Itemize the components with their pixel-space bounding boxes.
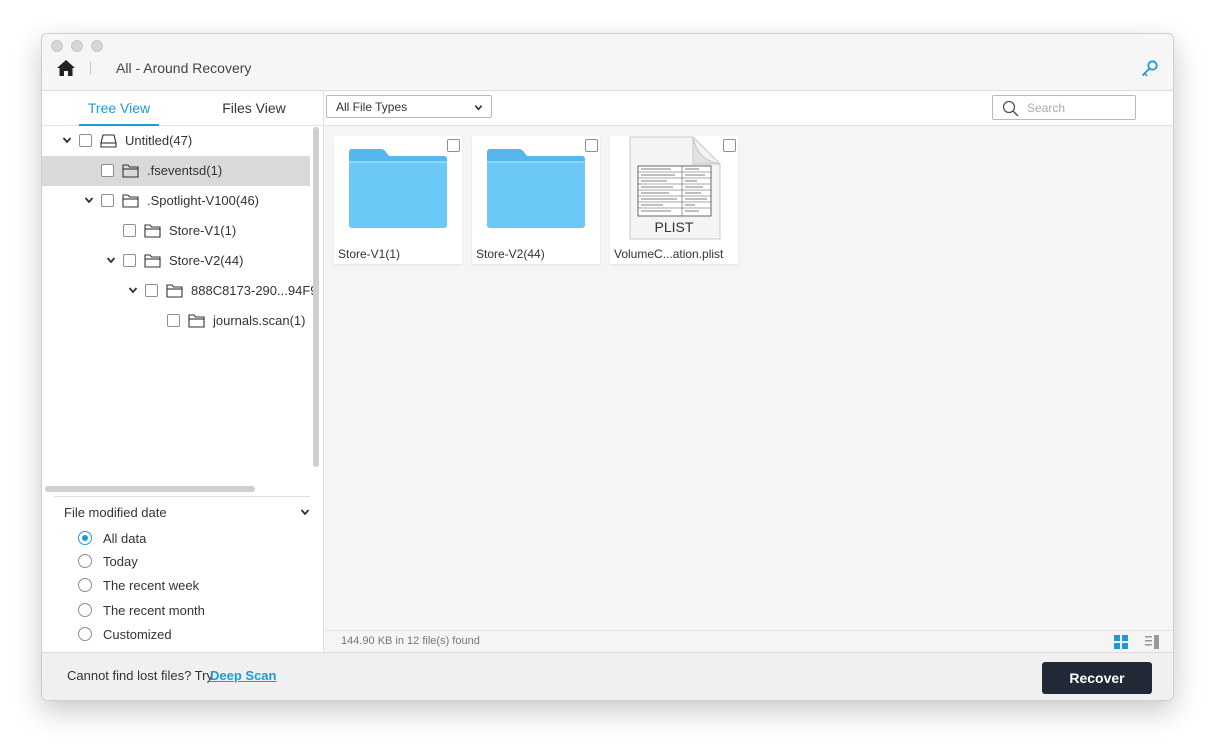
file-card-volume-plist[interactable]: PLIST VolumeC...ation.plist xyxy=(610,136,738,264)
tree-item-fseventsd[interactable]: .fseventsd(1) xyxy=(42,156,310,186)
tab-files-view[interactable]: Files View xyxy=(214,91,294,125)
home-icon[interactable] xyxy=(56,58,76,78)
zoom-window-button[interactable] xyxy=(91,40,103,52)
search-box[interactable] xyxy=(992,95,1136,120)
tree-item-store-v1[interactable]: Store-V1(1) xyxy=(42,216,310,246)
app-window: All - Around Recovery Tree View Files Vi… xyxy=(41,33,1174,701)
footer-bar: Cannot find lost files? Try Deep Scan Re… xyxy=(42,652,1173,700)
folder-icon xyxy=(144,254,161,268)
folder-icon xyxy=(122,164,139,178)
file-grid: Store-V1(1) Store-V2(44) PLIST VolumeC..… xyxy=(324,126,1173,630)
file-type-select[interactable]: All File Types xyxy=(326,95,492,118)
radio-button[interactable] xyxy=(78,627,92,641)
search-input[interactable] xyxy=(1027,99,1127,116)
tree-checkbox[interactable] xyxy=(123,254,136,267)
radio-button[interactable] xyxy=(78,531,92,545)
chevron-down-icon[interactable] xyxy=(128,285,138,295)
deep-scan-link[interactable]: Deep Scan xyxy=(210,668,276,683)
view-tabs: Tree View Files View xyxy=(42,91,323,126)
tree-checkbox[interactable] xyxy=(101,194,114,207)
radio-button[interactable] xyxy=(78,578,92,592)
plist-thumb-label: PLIST xyxy=(655,219,694,235)
radio-label: Customized xyxy=(103,627,172,642)
folder-icon xyxy=(487,149,585,228)
file-type-value: All File Types xyxy=(336,100,408,114)
file-name: VolumeC...ation.plist xyxy=(614,247,724,261)
folder-icon xyxy=(144,224,161,238)
folder-icon xyxy=(188,314,205,328)
tree-checkbox[interactable] xyxy=(167,314,180,327)
file-toolbar: All File Types xyxy=(324,91,1173,126)
chevron-down-icon[interactable] xyxy=(62,135,72,145)
title-separator xyxy=(90,61,91,75)
page-title: All - Around Recovery xyxy=(116,60,252,76)
file-browser-panel: All File Types Store-V1(1) xyxy=(324,91,1173,652)
folder-icon xyxy=(349,149,447,228)
file-card-store-v1[interactable]: Store-V1(1) xyxy=(334,136,462,264)
tree-checkbox[interactable] xyxy=(123,224,136,237)
tree-checkbox[interactable] xyxy=(79,134,92,147)
tree-item-888c8173[interactable]: 888C8173-290...94F9 xyxy=(42,276,317,306)
tree-checkbox[interactable] xyxy=(145,284,158,297)
radio-label: Today xyxy=(103,554,138,569)
tree-item-label: Store-V2(44) xyxy=(169,253,244,268)
footer-prompt: Cannot find lost files? Try xyxy=(67,668,213,683)
tree-item-journals-scan[interactable]: journals.scan(1) xyxy=(42,306,310,336)
tab-tree-view[interactable]: Tree View xyxy=(79,91,159,126)
tree-item-label: 888C8173-290...94F9 xyxy=(191,283,318,298)
file-name: Store-V1(1) xyxy=(338,247,401,261)
radio-label: All data xyxy=(103,531,147,546)
chevron-down-icon[interactable] xyxy=(300,507,310,517)
grid-view-icon[interactable] xyxy=(1114,635,1128,649)
tree-item-label: .Spotlight-V100(46) xyxy=(147,193,260,208)
left-panel: Tree View Files View Untitled(47) .fseve… xyxy=(42,91,324,651)
radio-button[interactable] xyxy=(78,603,92,617)
status-text: 144.90 KB in 12 file(s) found xyxy=(341,635,480,647)
folder-tree: Untitled(47) .fseventsd(1) .Spotlight-V1… xyxy=(42,126,317,466)
chevron-down-icon[interactable] xyxy=(106,255,116,265)
minimize-window-button[interactable] xyxy=(71,40,83,52)
tree-item-label: Untitled(47) xyxy=(125,133,193,148)
radio-button[interactable] xyxy=(78,554,92,568)
chevron-down-icon xyxy=(474,105,483,111)
title-bar: All - Around Recovery xyxy=(42,34,1173,91)
tree-item-label: Store-V1(1) xyxy=(169,223,237,238)
tree-item-label: journals.scan(1) xyxy=(213,313,306,328)
tree-checkbox[interactable] xyxy=(101,164,114,177)
radio-label: The recent week xyxy=(103,578,200,593)
file-card-store-v2[interactable]: Store-V2(44) xyxy=(472,136,600,264)
file-checkbox[interactable] xyxy=(723,139,736,152)
filter-divider xyxy=(54,496,310,497)
folder-icon xyxy=(122,194,139,208)
drive-icon xyxy=(100,134,117,148)
status-bar: 144.90 KB in 12 file(s) found xyxy=(324,630,1173,652)
recover-button[interactable]: Recover xyxy=(1042,662,1152,694)
plist-file-icon: PLIST xyxy=(629,136,721,240)
tree-item-spotlight[interactable]: .Spotlight-V100(46) xyxy=(42,186,310,216)
tree-vertical-scrollbar[interactable] xyxy=(313,127,319,467)
tree-item-label: .fseventsd(1) xyxy=(147,163,223,178)
tree-horizontal-scrollbar[interactable] xyxy=(45,486,255,492)
filter-title: File modified date xyxy=(64,505,167,520)
close-window-button[interactable] xyxy=(51,40,63,52)
folder-icon xyxy=(166,284,183,298)
list-view-icon[interactable] xyxy=(1145,635,1159,649)
chevron-down-icon[interactable] xyxy=(84,195,94,205)
search-icon xyxy=(1002,100,1019,117)
radio-label: The recent month xyxy=(103,603,205,618)
file-name: Store-V2(44) xyxy=(476,247,545,261)
tree-item-store-v2[interactable]: Store-V2(44) xyxy=(42,246,310,276)
key-icon[interactable] xyxy=(1141,59,1159,77)
tree-item-untitled[interactable]: Untitled(47) xyxy=(42,126,310,156)
